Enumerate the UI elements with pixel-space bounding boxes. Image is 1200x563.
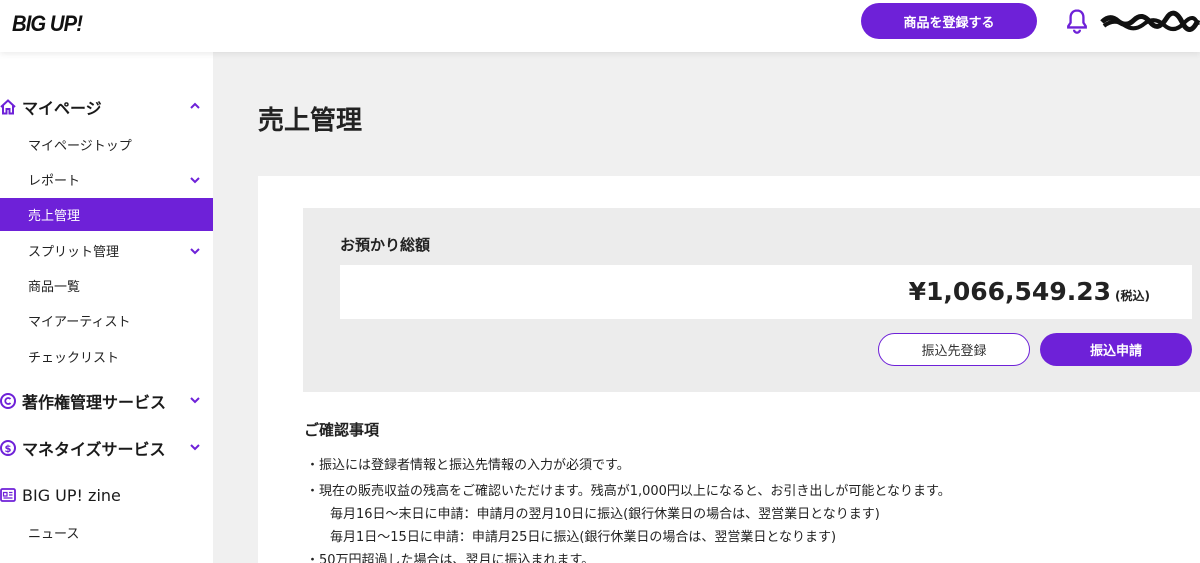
logo[interactable]: BIG UP! bbox=[12, 11, 83, 37]
chevron-up-icon bbox=[190, 102, 200, 109]
request-transfer-button[interactable]: 振込申請 bbox=[1040, 333, 1192, 366]
sidebar-item-mypage-top[interactable]: マイページトップ bbox=[0, 128, 213, 161]
sidebar-item-label: 商品一覧 bbox=[28, 280, 81, 295]
svg-text:$: $ bbox=[5, 444, 12, 455]
sidebar-item-label: チェックリスト bbox=[28, 351, 120, 366]
sidebar-item-products[interactable]: 商品一覧 bbox=[0, 269, 213, 302]
sidebar-item-sales[interactable]: 売上管理 bbox=[0, 198, 213, 231]
sidebar-item-news[interactable]: ニュース bbox=[0, 516, 213, 549]
balance-amount: ¥1,066,549.23 bbox=[908, 277, 1112, 306]
top-header: BIG UP! 商品を登録する bbox=[0, 0, 1200, 52]
balance-field: ¥1,066,549.23 (税込) bbox=[340, 265, 1192, 319]
bell-icon[interactable] bbox=[1063, 7, 1091, 35]
note-line: ・50万円超過した場合は、翌月に振込まれます。 bbox=[306, 553, 595, 563]
copyright-icon bbox=[0, 391, 18, 411]
page-title: 売上管理 bbox=[258, 106, 363, 136]
chevron-down-icon bbox=[190, 444, 200, 451]
sidebar-item-split[interactable]: スプリット管理 bbox=[0, 234, 213, 267]
home-icon bbox=[0, 97, 18, 117]
sidebar-section-label: マネタイズサービス bbox=[22, 440, 166, 459]
register-bank-account-button[interactable]: 振込先登録 bbox=[878, 333, 1030, 366]
sidebar-section-mypage[interactable]: マイページ bbox=[0, 92, 213, 122]
sidebar-item-label: レポート bbox=[28, 174, 81, 189]
note-line: 毎月16日〜末日に申請：申請月の翌月10日に振込(銀行休業日の場合は、翌営業日と… bbox=[330, 507, 880, 522]
sidebar-item-label: ニュース bbox=[28, 527, 80, 542]
balance-amount-wrap: ¥1,066,549.23 (税込) bbox=[909, 277, 1150, 306]
sidebar-section-label: 著作権管理サービス bbox=[22, 393, 167, 412]
sidebar-section-label: マイページ bbox=[22, 99, 102, 118]
note-line: ・現在の販売収益の残高をご確認いただけます。残高が1,000円以上になると、お引… bbox=[306, 484, 951, 499]
sidebar-section-label: BIG UP! zine bbox=[22, 485, 121, 505]
chevron-down-icon bbox=[190, 248, 200, 255]
sidebar-item-label: スプリット管理 bbox=[28, 245, 120, 260]
sidebar-item-label: マイページトップ bbox=[28, 139, 132, 154]
notes-title: ご確認事項 bbox=[304, 421, 380, 439]
newspaper-icon bbox=[0, 485, 18, 505]
register-product-button[interactable]: 商品を登録する bbox=[861, 3, 1037, 39]
note-line: ・振込には登録者情報と振込先情報の入力が必須です。 bbox=[306, 458, 630, 473]
chevron-down-icon bbox=[190, 397, 200, 404]
sidebar-item-report[interactable]: レポート bbox=[0, 163, 213, 196]
chevron-down-icon bbox=[190, 177, 200, 184]
balance-label: お預かり総額 bbox=[340, 236, 431, 254]
tax-note: (税込) bbox=[1115, 289, 1150, 303]
sidebar-section-monetize[interactable]: $ マネタイズサービス bbox=[0, 433, 213, 463]
sidebar-section-zine[interactable]: BIG UP! zine bbox=[0, 480, 213, 510]
sidebar-item-my-artist[interactable]: マイアーティスト bbox=[0, 304, 213, 337]
sidebar-item-label: 売上管理 bbox=[28, 209, 81, 224]
redacted-username bbox=[1100, 10, 1200, 32]
note-line: 毎月1日〜15日に申請：申請月25日に振込(銀行休業日の場合は、翌営業日となりま… bbox=[330, 530, 837, 545]
dollar-icon: $ bbox=[0, 438, 18, 458]
sidebar-item-checklist[interactable]: チェックリスト bbox=[0, 340, 213, 373]
sidebar-item-label: マイアーティスト bbox=[28, 315, 131, 330]
sidebar-section-copyright[interactable]: 著作権管理サービス bbox=[0, 386, 213, 416]
